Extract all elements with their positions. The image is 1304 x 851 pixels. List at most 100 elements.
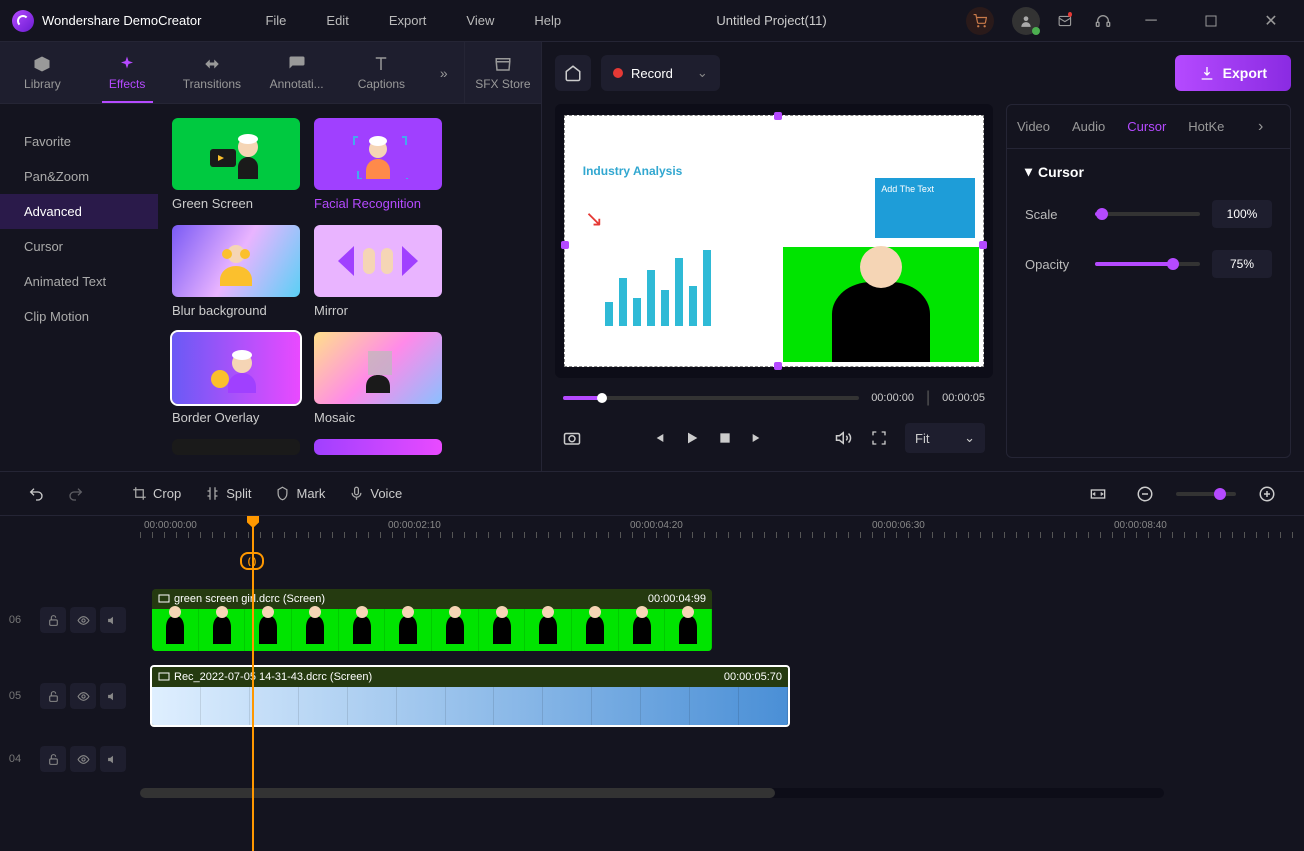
effect-blur-background[interactable]: Blur background (172, 225, 300, 318)
effect-label: Mosaic (314, 410, 442, 425)
track-mute-button[interactable] (100, 746, 126, 772)
scale-value[interactable]: 100% (1212, 200, 1272, 228)
user-icon[interactable] (1012, 7, 1040, 35)
maximize-button[interactable] (1190, 0, 1232, 42)
redo-button[interactable] (60, 482, 92, 506)
track-lane[interactable] (144, 728, 1304, 790)
timeline-ruler[interactable]: 00:00:00:00 00:00:02:10 00:00:04:20 00:0… (140, 516, 1304, 542)
split-tool[interactable]: Split (197, 482, 259, 505)
cat-cursor[interactable]: Cursor (0, 229, 158, 264)
track-visible-button[interactable] (70, 683, 96, 709)
record-label: Record (631, 66, 673, 81)
prop-tab-hotkey[interactable]: HotKe (1188, 119, 1224, 134)
prop-tab-audio[interactable]: Audio (1072, 119, 1105, 134)
effect-mirror[interactable]: Mirror (314, 225, 442, 318)
tab-annotations[interactable]: Annotati... (254, 42, 339, 103)
effect-mosaic[interactable]: Mosaic (314, 332, 442, 425)
preview-canvas[interactable]: Industry Analysis Add The Text (555, 104, 993, 378)
scale-slider[interactable] (1095, 212, 1200, 216)
tab-sfx-store[interactable]: SFX Store (464, 42, 541, 103)
export-button[interactable]: Export (1175, 55, 1291, 91)
track-lane[interactable]: green screen girl.dcrc (Screen)00:00:04:… (144, 589, 1304, 651)
opacity-value[interactable]: 75% (1212, 250, 1272, 278)
menu-help[interactable]: Help (518, 9, 577, 32)
cat-favorite[interactable]: Favorite (0, 124, 158, 159)
crop-tool[interactable]: Crop (124, 482, 189, 505)
effect-facial-recognition[interactable]: Facial Recognition (314, 118, 442, 211)
prop-tab-video[interactable]: Video (1017, 119, 1050, 134)
arrow-icon (585, 206, 615, 246)
ruler-mark: 00:00:06:30 (872, 520, 925, 531)
effect-partial-1[interactable] (172, 439, 300, 455)
tab-overflow-icon[interactable]: » (424, 42, 464, 103)
voice-tool[interactable]: Voice (341, 482, 410, 505)
snapshot-button[interactable] (563, 429, 581, 447)
time-current: 00:00:00 (871, 392, 914, 404)
track-mute-button[interactable] (100, 607, 126, 633)
minimize-button[interactable]: ─ (1130, 0, 1172, 42)
playhead[interactable] (252, 516, 254, 851)
track-lock-button[interactable] (40, 746, 66, 772)
cat-clip-motion[interactable]: Clip Motion (0, 299, 158, 334)
time-separator: | (926, 389, 930, 407)
track-visible-button[interactable] (70, 607, 96, 633)
next-frame-button[interactable] (750, 430, 766, 446)
stop-button[interactable] (718, 431, 732, 445)
properties-panel: Video Audio Cursor HotKe › ▾Cursor Scale… (1006, 104, 1291, 458)
home-button[interactable] (555, 55, 591, 91)
menu-view[interactable]: View (450, 9, 510, 32)
prev-frame-button[interactable] (650, 430, 666, 446)
record-button[interactable]: Record ⌄ (601, 55, 720, 91)
effect-label: Blur background (172, 303, 300, 318)
zoom-out-button[interactable] (1128, 481, 1162, 507)
mail-icon[interactable] (1058, 12, 1076, 30)
fit-timeline-button[interactable] (1082, 482, 1114, 506)
chevron-down-icon[interactable]: ⌄ (697, 65, 708, 81)
track-lock-button[interactable] (40, 683, 66, 709)
clip-name: Rec_2022-07-05 14-31-43.dcrc (Screen) (174, 671, 372, 683)
cat-panzoom[interactable]: Pan&Zoom (0, 159, 158, 194)
track-lane[interactable]: Rec_2022-07-05 14-31-43.dcrc (Screen)00:… (144, 665, 1304, 727)
props-scroll-right[interactable]: › (1258, 118, 1280, 136)
tab-captions[interactable]: Captions (339, 42, 424, 103)
volume-button[interactable] (835, 429, 853, 447)
play-button[interactable] (684, 430, 700, 446)
app-logo-icon (12, 10, 34, 32)
cat-advanced[interactable]: Advanced (0, 194, 158, 229)
tab-effects[interactable]: Effects (85, 42, 170, 103)
tab-sfx-label: SFX Store (475, 77, 530, 91)
cat-animated-text[interactable]: Animated Text (0, 264, 158, 299)
zoom-slider[interactable] (1176, 492, 1236, 496)
fit-dropdown[interactable]: Fit⌄ (905, 423, 985, 453)
fullscreen-button[interactable] (871, 430, 887, 446)
green-screen-pip[interactable] (783, 247, 980, 362)
section-cursor[interactable]: ▾Cursor (1025, 163, 1272, 180)
track-lock-button[interactable] (40, 607, 66, 633)
effect-green-screen[interactable]: Green Screen (172, 118, 300, 211)
tab-transitions[interactable]: Transitions (170, 42, 255, 103)
time-duration: 00:00:05 (942, 392, 985, 404)
effect-partial-2[interactable] (314, 439, 442, 455)
progress-slider[interactable] (563, 396, 859, 400)
export-label: Export (1223, 65, 1267, 81)
headset-icon[interactable] (1094, 12, 1112, 30)
clip-recording[interactable]: Rec_2022-07-05 14-31-43.dcrc (Screen)00:… (150, 665, 790, 727)
mark-tool[interactable]: Mark (267, 482, 333, 505)
timeline-scrollbar[interactable] (140, 788, 1164, 798)
slide-title: Industry Analysis (583, 164, 683, 178)
tab-library[interactable]: Library (0, 42, 85, 103)
person-icon (832, 282, 930, 363)
opacity-slider[interactable] (1095, 262, 1200, 266)
track-visible-button[interactable] (70, 746, 96, 772)
close-button[interactable]: ✕ (1250, 0, 1292, 42)
cart-icon[interactable] (966, 7, 994, 35)
track-mute-button[interactable] (100, 683, 126, 709)
clip-green-screen[interactable]: green screen girl.dcrc (Screen)00:00:04:… (152, 589, 712, 651)
effect-border-overlay[interactable]: Border Overlay (172, 332, 300, 425)
menu-edit[interactable]: Edit (310, 9, 364, 32)
undo-button[interactable] (20, 482, 52, 506)
menu-export[interactable]: Export (373, 9, 443, 32)
menu-file[interactable]: File (249, 9, 302, 32)
zoom-in-button[interactable] (1250, 481, 1284, 507)
prop-tab-cursor[interactable]: Cursor (1127, 119, 1166, 134)
